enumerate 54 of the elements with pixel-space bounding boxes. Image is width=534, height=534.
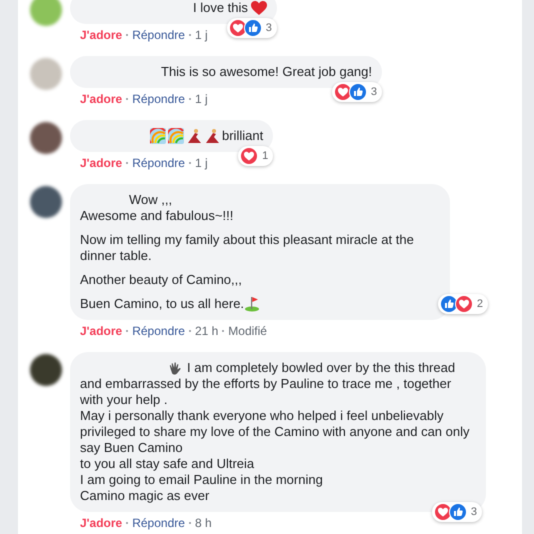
reactions-badge[interactable]: 3 bbox=[332, 82, 382, 102]
dancer-icon bbox=[186, 128, 202, 144]
rainbow-icon bbox=[150, 128, 166, 144]
rainbow-icon bbox=[168, 128, 184, 144]
comment-text: Buen Camino, to us all here. bbox=[80, 296, 244, 312]
comment-text: brilliant bbox=[222, 128, 264, 144]
comment-text: I am going to email Pauline in the morning bbox=[80, 472, 324, 488]
reaction-count: 3 bbox=[266, 20, 272, 36]
like-reaction-icon bbox=[448, 503, 467, 521]
timestamp[interactable]: 1 j bbox=[194, 155, 208, 171]
reply-link[interactable]: Répondre bbox=[132, 515, 185, 531]
comment-text: I am completely bowled over by the this thread bbox=[187, 360, 456, 376]
golf-flag-icon bbox=[244, 296, 260, 312]
avatar[interactable] bbox=[30, 354, 62, 386]
edited-label[interactable]: Modifié bbox=[228, 323, 267, 339]
avatar[interactable] bbox=[30, 186, 62, 218]
love-reaction-link[interactable]: J'adore bbox=[80, 27, 122, 43]
love-reaction-link[interactable]: J'adore bbox=[80, 155, 122, 171]
waving-hand-icon bbox=[168, 360, 183, 376]
reactions-badge[interactable]: 3 bbox=[226, 18, 277, 38]
reply-link[interactable]: Répondre bbox=[132, 323, 185, 339]
love-reaction-icon bbox=[454, 295, 473, 313]
reaction-count: 3 bbox=[370, 84, 377, 100]
avatar[interactable] bbox=[30, 122, 62, 154]
timestamp[interactable]: 21 h bbox=[194, 323, 218, 339]
reaction-count: 2 bbox=[476, 296, 483, 312]
love-reaction-link[interactable]: J'adore bbox=[80, 515, 122, 531]
comment-text: This is so awesome! Great job gang! bbox=[161, 64, 372, 80]
comment-text: Awesome and fabulous~!!! bbox=[80, 208, 234, 224]
love-reaction-link[interactable]: J'adore bbox=[80, 323, 122, 339]
like-reaction-icon bbox=[348, 83, 367, 101]
reactions-badge[interactable]: 1 bbox=[238, 146, 274, 166]
reaction-count: 3 bbox=[470, 504, 477, 520]
comment-text: Another beauty of Camino,,, bbox=[80, 272, 243, 288]
reaction-count: 1 bbox=[262, 148, 268, 164]
comment-text: and embarrassed by the efforts by Pauline to trace me , together with your help . bbox=[80, 376, 452, 408]
timestamp[interactable]: 8 h bbox=[194, 515, 212, 531]
timestamp[interactable]: 1 j bbox=[194, 27, 208, 43]
heart-icon bbox=[250, 0, 267, 16]
reactions-badge[interactable]: 3 bbox=[432, 502, 482, 522]
comment-text: I love this bbox=[193, 0, 248, 16]
reply-link[interactable]: Répondre bbox=[132, 91, 185, 107]
reply-link[interactable]: Répondre bbox=[132, 27, 185, 43]
love-reaction-icon bbox=[240, 147, 258, 165]
dancer-icon bbox=[204, 128, 220, 144]
reply-link[interactable]: Répondre bbox=[132, 155, 185, 171]
like-reaction-icon bbox=[244, 19, 262, 37]
timestamp[interactable]: 1 j bbox=[194, 91, 208, 107]
comment-text: Camino magic as ever bbox=[80, 488, 210, 504]
comment-text: Now im telling my family about this pleasant miracle at the dinner table. bbox=[80, 232, 415, 264]
love-reaction-link[interactable]: J'adore bbox=[80, 91, 122, 107]
reactions-badge[interactable]: 2 bbox=[438, 294, 488, 314]
comment-text: to you all stay safe and Ultreia bbox=[80, 456, 256, 472]
comment-text: Wow ,,, bbox=[128, 192, 174, 208]
